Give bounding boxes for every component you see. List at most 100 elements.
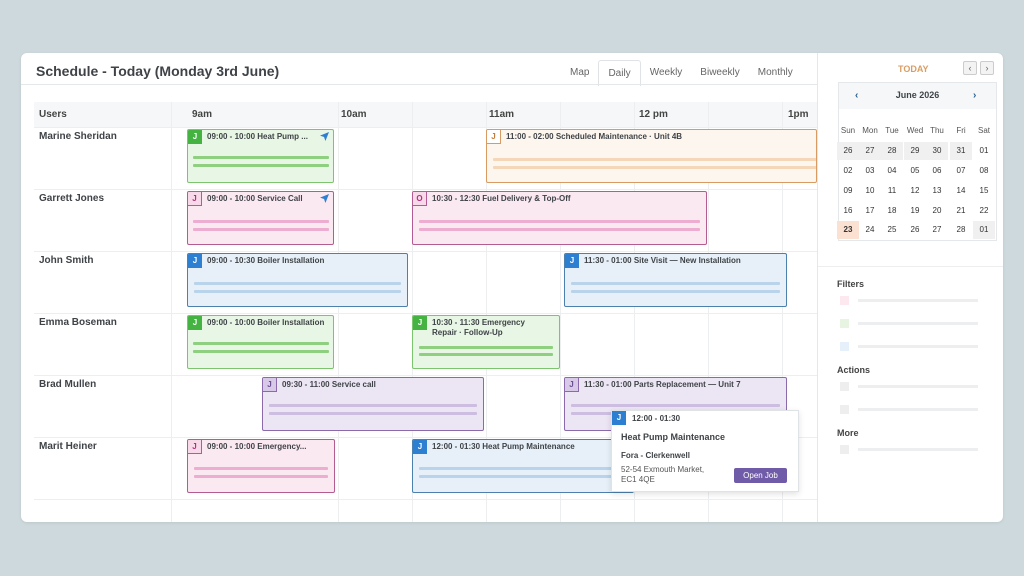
calendar-day[interactable]: 26 — [904, 221, 926, 239]
weekday-label: Tue — [885, 126, 899, 135]
prev-day-button[interactable]: ‹ — [963, 61, 977, 75]
filter-checkbox[interactable] — [840, 342, 849, 351]
navigation-arrow-icon[interactable] — [320, 194, 329, 203]
calendar-day[interactable]: 08 — [973, 162, 995, 180]
next-day-button[interactable]: › — [980, 61, 994, 75]
action-item-icon[interactable] — [840, 382, 849, 391]
navigation-arrow-icon[interactable] — [320, 132, 329, 141]
calendar-day[interactable]: 27 — [926, 221, 948, 239]
header-divider — [21, 84, 817, 85]
calendar-day[interactable]: 26 — [837, 142, 859, 160]
tab-biweekly[interactable]: Biweekly — [691, 60, 748, 86]
calendar-day[interactable]: 31 — [950, 142, 972, 160]
grid-hline — [34, 127, 817, 128]
job-badge: J — [188, 316, 202, 330]
calendar-day-today[interactable]: 23 — [837, 221, 859, 239]
mini-calendar: ‹ June 2026 › Sun Mon Tue Wed Thu Fri Sa… — [837, 82, 997, 241]
job-badge: J — [188, 130, 202, 144]
job-badge: J — [565, 254, 579, 268]
event-placeholder-bar — [269, 412, 477, 415]
calendar-day[interactable]: 12 — [904, 182, 926, 200]
calendar-day[interactable]: 04 — [881, 162, 903, 180]
calendar-day[interactable]: 24 — [859, 221, 881, 239]
event-card[interactable]: J 09:00 - 10:00 Service Call — [187, 191, 334, 245]
event-title: 09:00 - 10:00 Service Call — [207, 194, 303, 203]
event-card[interactable]: O 10:30 - 12:30 Fuel Delivery & Top-Off — [412, 191, 707, 245]
tab-weekly[interactable]: Weekly — [641, 60, 692, 86]
event-card[interactable]: J 09:00 - 10:00 Emergency... — [187, 439, 335, 493]
view-tabs: Map Daily Weekly Biweekly Monthly — [561, 60, 802, 86]
calendar-day[interactable]: 20 — [926, 202, 948, 220]
chevron-right-icon[interactable]: › — [973, 90, 976, 101]
hour-label-9am: 9am — [192, 109, 213, 120]
calendar-day[interactable]: 06 — [926, 162, 948, 180]
calendar-day[interactable]: 07 — [950, 162, 972, 180]
calendar-day[interactable]: 28 — [881, 142, 903, 160]
tab-daily[interactable]: Daily — [598, 60, 641, 86]
event-card[interactable]: J 09:30 - 11:00 Service call — [262, 377, 484, 431]
calendar-day[interactable]: 11 — [881, 182, 903, 200]
event-title: 09:00 - 10:00 Emergency... — [207, 442, 307, 451]
calendar-day[interactable]: 14 — [950, 182, 972, 200]
user-name-garrett-jones: Garrett Jones — [39, 193, 105, 204]
calendar-day[interactable]: 25 — [881, 221, 903, 239]
event-card[interactable]: J 12:00 - 01:30 Heat Pump Maintenance — [412, 439, 634, 493]
calendar-day[interactable]: 02 — [837, 162, 859, 180]
calendar-day[interactable]: 19 — [904, 202, 926, 220]
weekday-label: Thu — [930, 126, 944, 135]
event-placeholder-bar — [269, 404, 477, 407]
grid-header: Users 9am 10am 11am 12 pm 1pm — [34, 102, 817, 127]
filter-checkbox[interactable] — [840, 319, 849, 328]
event-placeholder-bar — [193, 156, 329, 159]
calendar-day[interactable]: 13 — [926, 182, 948, 200]
hour-label-1pm: 1pm — [788, 109, 809, 120]
event-title: 10:30 - 12:30 Fuel Delivery & Top-Off — [432, 194, 571, 203]
event-title: 09:30 - 11:00 Service call — [282, 380, 376, 389]
grid-hline — [34, 375, 817, 376]
event-card[interactable]: J 10:30 - 11:30 Emergency Repair · Follow… — [412, 315, 560, 369]
calendar-day[interactable]: 16 — [837, 202, 859, 220]
event-title: 11:30 - 01:00 Parts Replacement — Unit 7 — [584, 380, 741, 389]
event-card[interactable]: J 11:30 - 01:00 Site Visit — New Installa… — [564, 253, 787, 307]
event-title: 09:00 - 10:00 Heat Pump ... — [207, 132, 308, 141]
calendar-day[interactable]: 03 — [859, 162, 881, 180]
event-placeholder-bar — [194, 467, 328, 470]
action-placeholder-line — [858, 385, 978, 388]
calendar-day[interactable]: 17 — [859, 202, 881, 220]
job-badge: J — [188, 192, 202, 206]
event-card[interactable]: J 09:00 - 10:00 Heat Pump ... — [187, 129, 334, 183]
user-name-emma-boseman: Emma Boseman — [39, 317, 117, 328]
action-item-icon[interactable] — [840, 405, 849, 414]
calendar-day[interactable]: 28 — [950, 221, 972, 239]
calendar-day[interactable]: 30 — [926, 142, 948, 160]
calendar-day[interactable]: 05 — [904, 162, 926, 180]
page-title: Schedule - Today (Monday 3rd June) — [36, 63, 280, 79]
order-badge: O — [413, 192, 427, 206]
calendar-day[interactable]: 01 — [973, 221, 995, 239]
calendar-day[interactable]: 09 — [837, 182, 859, 200]
job-badge: J — [565, 378, 579, 392]
today-button[interactable]: TODAY — [898, 64, 929, 74]
calendar-day[interactable]: 15 — [973, 182, 995, 200]
calendar-day[interactable]: 18 — [881, 202, 903, 220]
calendar-day[interactable]: 27 — [859, 142, 881, 160]
event-card[interactable]: J 11:00 - 02:00 Scheduled Maintenance · U… — [486, 129, 817, 183]
job-badge: J — [413, 440, 427, 454]
calendar-day[interactable]: 01 — [973, 142, 995, 160]
actions-heading: Actions — [837, 365, 871, 375]
popup-customer: Fora - Clerkenwell — [621, 451, 690, 460]
tab-map[interactable]: Map — [561, 60, 598, 86]
event-title: 12:00 - 01:30 Heat Pump Maintenance — [432, 442, 575, 451]
event-card[interactable]: J 09:00 - 10:30 Boiler Installation — [187, 253, 408, 307]
event-card[interactable]: J 09:00 - 10:00 Boiler Installation — [187, 315, 334, 369]
open-job-button[interactable]: Open Job — [734, 468, 787, 483]
event-detail-popup: J 12:00 - 01:30 Heat Pump Maintenance Fo… — [611, 410, 799, 492]
calendar-day[interactable]: 29 — [904, 142, 926, 160]
calendar-day[interactable]: 21 — [950, 202, 972, 220]
tab-monthly[interactable]: Monthly — [749, 60, 802, 86]
more-item-icon[interactable] — [840, 445, 849, 454]
calendar-day[interactable]: 10 — [859, 182, 881, 200]
filter-checkbox[interactable] — [840, 296, 849, 305]
calendar-day[interactable]: 22 — [973, 202, 995, 220]
more-placeholder-line — [858, 448, 978, 451]
